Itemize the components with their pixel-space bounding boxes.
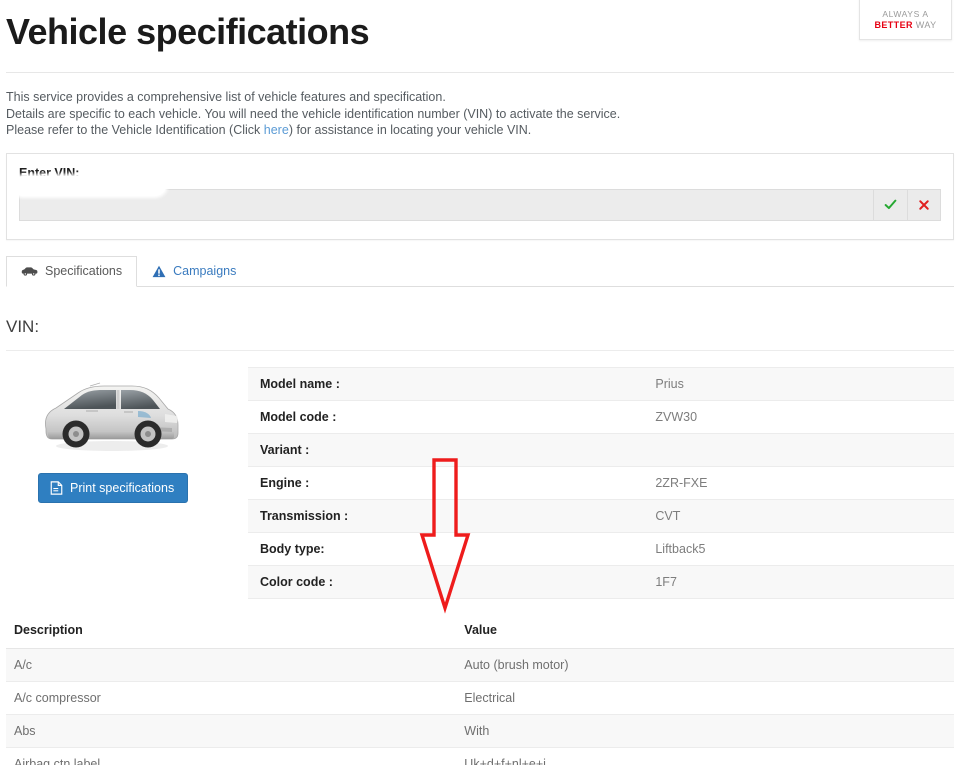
table-row: Model code : ZVW30 bbox=[248, 400, 954, 434]
header-divider bbox=[6, 72, 954, 73]
vehicle-image-column: Print specifications bbox=[6, 367, 248, 503]
feature-value: With bbox=[456, 714, 954, 748]
intro-line-3: Please refer to the Vehicle Identificati… bbox=[6, 122, 960, 139]
brand-logo: ALWAYS A BETTER WAY bbox=[859, 0, 952, 40]
tab-bar: Specifications Campaigns bbox=[6, 255, 954, 287]
table-row: Body type: Liftback5 bbox=[248, 532, 954, 566]
spec-key: Model name : bbox=[248, 366, 644, 401]
table-row: Model name : Prius bbox=[248, 366, 954, 401]
vin-input[interactable] bbox=[19, 188, 873, 221]
spec-value: ZVW30 bbox=[643, 400, 954, 434]
warning-triangle-icon bbox=[152, 265, 166, 277]
vehicle-identification-link[interactable]: here bbox=[264, 123, 289, 137]
feature-value: Electrical bbox=[456, 681, 954, 715]
vin-input-label: Enter VIN: bbox=[19, 165, 80, 180]
vehicle-specifications-page: Vehicle specifications ALWAYS A BETTER W… bbox=[0, 0, 960, 765]
print-specifications-label: Print specifications bbox=[70, 480, 175, 495]
close-icon bbox=[919, 199, 929, 210]
vehicle-photo bbox=[38, 371, 183, 457]
tab-campaigns-label: Campaigns bbox=[173, 264, 237, 278]
spec-key: Color code : bbox=[248, 565, 644, 599]
tab-campaigns[interactable]: Campaigns bbox=[137, 256, 251, 287]
spec-key: Model code : bbox=[248, 400, 644, 434]
spec-value: CVT bbox=[643, 499, 954, 533]
logo-bold-word: BETTER bbox=[874, 20, 913, 30]
spec-value: Liftback5 bbox=[643, 532, 954, 566]
spec-value: 1F7 bbox=[643, 565, 954, 599]
table-row: Variant : bbox=[248, 433, 954, 467]
feature-value: Uk+d+f+nl+e+i bbox=[456, 747, 954, 765]
table-row: Airbag ctn label Uk+d+f+nl+e+i bbox=[6, 747, 954, 765]
vin-input-group bbox=[19, 188, 941, 221]
vin-clear-button[interactable] bbox=[907, 188, 941, 221]
feature-value: Auto (brush motor) bbox=[456, 648, 954, 682]
spec-key: Variant : bbox=[248, 433, 644, 467]
feature-description: Abs bbox=[6, 714, 457, 748]
spec-key: Engine : bbox=[248, 466, 644, 500]
table-header-row: Description Value bbox=[6, 616, 954, 649]
logo-rest-word: WAY bbox=[912, 20, 937, 30]
spec-value: 2ZR-FXE bbox=[643, 466, 954, 500]
intro-text: This service provides a comprehensive li… bbox=[6, 89, 960, 139]
table-row: Abs With bbox=[6, 714, 954, 748]
feature-description: A/c bbox=[6, 648, 457, 682]
spec-key: Transmission : bbox=[248, 499, 644, 533]
tab-specifications-label: Specifications bbox=[45, 264, 123, 278]
vin-entry-panel: Enter VIN: bbox=[6, 152, 954, 240]
spec-value: Prius bbox=[643, 366, 954, 401]
feature-list-table: Description Value A/c Auto (brush motor)… bbox=[6, 616, 954, 765]
table-row: Transmission : CVT bbox=[248, 499, 954, 533]
vin-confirm-button[interactable] bbox=[873, 188, 907, 221]
vehicle-spec-table: Model name : Prius Model code : ZVW30 Va… bbox=[248, 366, 954, 599]
intro-line-3-after: ) for assistance in locating your vehicl… bbox=[288, 123, 532, 137]
column-header-value: Value bbox=[456, 616, 954, 649]
logo-tagline-line2: BETTER WAY bbox=[874, 20, 936, 31]
vehicle-summary-section: Print specifications Model name : Prius … bbox=[6, 366, 954, 599]
intro-line-2: Details are specific to each vehicle. Yo… bbox=[6, 106, 621, 121]
feature-description: A/c compressor bbox=[6, 681, 457, 715]
vin-heading-divider bbox=[6, 349, 954, 351]
table-row: Engine : 2ZR-FXE bbox=[248, 466, 954, 500]
intro-line-3-before: Please refer to the Vehicle Identificati… bbox=[6, 123, 264, 137]
vin-result-heading: VIN: bbox=[6, 316, 40, 336]
tab-specifications[interactable]: Specifications bbox=[6, 255, 138, 287]
check-icon bbox=[884, 199, 897, 210]
table-row: A/c Auto (brush motor) bbox=[6, 648, 954, 682]
intro-line-1: This service provides a comprehensive li… bbox=[6, 90, 446, 104]
feature-description: Airbag ctn label bbox=[6, 747, 457, 765]
table-row: Color code : 1F7 bbox=[248, 565, 954, 599]
page-title: Vehicle specifications bbox=[6, 11, 370, 52]
table-row: A/c compressor Electrical bbox=[6, 681, 954, 715]
car-icon bbox=[21, 266, 38, 276]
pdf-file-icon bbox=[50, 480, 63, 495]
spec-key: Body type: bbox=[248, 532, 644, 566]
column-header-description: Description bbox=[6, 616, 457, 649]
prius-car-illustration bbox=[45, 382, 179, 451]
print-specifications-button[interactable]: Print specifications bbox=[38, 472, 189, 503]
spec-value bbox=[643, 433, 954, 467]
page-header: Vehicle specifications ALWAYS A BETTER W… bbox=[0, 0, 960, 56]
logo-tagline-line1: ALWAYS A bbox=[882, 9, 929, 19]
